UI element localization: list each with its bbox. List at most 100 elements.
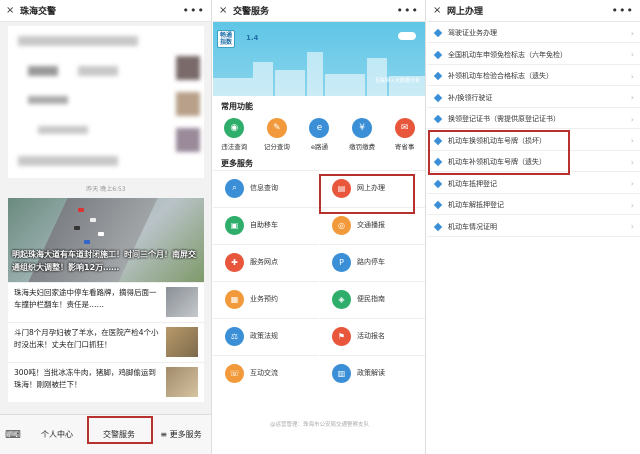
account-title: 珠海交警 <box>20 7 57 17</box>
cloud-icon <box>398 32 416 40</box>
parking-icon: P <box>332 252 351 272</box>
list-item-label: 全国机动车申领免检标志（六年免检） <box>448 50 567 59</box>
top-bar: × 网上办理 ••• <box>427 0 640 22</box>
list-item-label: 机动车情况证明 <box>448 222 497 231</box>
list-item[interactable]: 机动车抵押登记 › <box>427 175 640 194</box>
list-item[interactable]: 机动车解抵押登记 › <box>427 196 640 215</box>
news-item-text[interactable]: 斗门8个月孕妇被了羊水，在医院产检4个小时没出来！丈夫在门口抓狂！ <box>14 327 162 358</box>
service-item-4[interactable]: ✚ 服务网点 <box>213 244 319 279</box>
traffic-index-banner[interactable]: 畅通 指数 1.4 互联网＋大数据分析 <box>213 22 425 96</box>
chevron-right-icon: › <box>630 71 634 81</box>
quick-action-2[interactable]: e e路通 <box>301 116 337 154</box>
flag-icon: ⚑ <box>332 326 351 346</box>
more-icon[interactable]: ••• <box>397 4 419 17</box>
top-bar: × 珠海交警 ••• <box>0 0 211 22</box>
operator-footer: @运营管理：珠海市公安局交通警察支队 <box>269 422 369 428</box>
service-label: 政策法规 <box>250 332 278 340</box>
service-item-10[interactable]: ☏ 互动交流 <box>213 355 319 390</box>
news-thumbnail <box>166 327 198 357</box>
list-item[interactable]: 补领机动车检验合格标志（遗失） › <box>427 67 640 86</box>
menu-personal-center[interactable]: 个人中心 <box>26 429 88 440</box>
list-item[interactable]: 全国机动车申领免检标志（六年免检） › <box>427 46 640 65</box>
list-item-label: 驾驶证业务办理 <box>448 29 497 37</box>
page-title: 网上办理 <box>447 7 484 17</box>
service-item-0[interactable]: ⌕ 信息查询 <box>213 170 319 205</box>
news-item[interactable]: 斗门8个月孕妇被了羊水，在医院产检4个小时没出来！丈夫在门口抓狂！ <box>8 322 204 362</box>
news-hero-caption[interactable]: 明起珠海大道有车道封闭施工！时间三个月！南屏交通组织大调整！影响12万…… <box>12 248 200 274</box>
radio-icon: ◎ <box>332 215 351 235</box>
quick-action-4[interactable]: ✉ 寄省事 <box>387 116 423 154</box>
service-item-5[interactable]: P 路内停车 <box>320 244 425 279</box>
traffic-index-badge: 畅通 指数 <box>217 30 236 48</box>
diamond-bullet-icon <box>433 200 443 210</box>
list-item-label: 机动车抵押登记 <box>448 179 497 188</box>
page-title: 交警服务 <box>233 7 270 17</box>
diamond-bullet-icon <box>433 179 443 188</box>
location-icon: ✚ <box>225 252 244 272</box>
list-item-label: 补/换领行驶证 <box>448 93 493 102</box>
service-label: 交通播报 <box>357 221 385 229</box>
chat-icon: ☏ <box>225 363 244 383</box>
news-card[interactable]: 明起珠海大道有车道封闭施工！时间三个月！南屏交通组织大调整！影响12万…… 珠海… <box>8 198 204 402</box>
traffic-index-value: 1.4 <box>246 34 259 42</box>
news-item-text[interactable]: 珠海夫妇回家途中停车看路牌，摘得后面一车撞护栏翻车！责任是…… <box>14 287 162 318</box>
service-label: 活动报名 <box>357 332 385 340</box>
diamond-bullet-icon <box>433 28 443 38</box>
close-icon[interactable]: × <box>433 5 447 16</box>
service-item-11[interactable]: ▥ 政策解读 <box>320 355 425 390</box>
news-hero-image[interactable]: 明起珠海大道有车道封闭施工！时间三个月！南屏交通组织大调整！影响12万…… <box>8 198 204 282</box>
car-icon: ▣ <box>225 215 244 235</box>
keyboard-icon[interactable]: ⌨ <box>0 428 26 441</box>
quick-action-0[interactable]: ◉ 违法查询 <box>216 116 252 154</box>
service-item-7[interactable]: ◈ 便民指南 <box>320 281 425 316</box>
common-functions-title: 常用功能 <box>221 102 253 111</box>
diamond-bullet-icon <box>433 93 443 102</box>
service-item-9[interactable]: ⚑ 活动报名 <box>320 318 425 353</box>
news-item[interactable]: 300吨！当批冰冻牛肉，猪脚，鸡脚偷运到珠海！刚刚被拦下！ <box>8 362 204 402</box>
chevron-right-icon: › <box>630 157 634 167</box>
search-icon: ⌕ <box>225 178 244 198</box>
list-item-label: 补领机动车检验合格标志（遗失） <box>448 72 553 80</box>
list-item[interactable]: 换领登记证书（需提供原登记证书） › <box>427 110 640 129</box>
more-icon[interactable]: ••• <box>183 4 205 17</box>
quick-action-1[interactable]: ✎ 记分查询 <box>259 116 295 154</box>
gavel-icon: ⚖ <box>225 326 244 346</box>
service-item-8[interactable]: ⚖ 政策法规 <box>213 318 319 353</box>
service-item-6[interactable]: ▦ 业务预约 <box>213 281 319 316</box>
menu-more-services[interactable]: ≡ 更多服务 <box>150 429 211 440</box>
service-label: 服务网点 <box>250 258 278 266</box>
list-item[interactable]: 补/换领行驶证 › <box>427 89 640 108</box>
chevron-right-icon: › <box>630 222 634 231</box>
service-label: 政策解读 <box>357 369 385 377</box>
highlight-box <box>319 174 415 214</box>
chevron-right-icon: › <box>630 136 634 145</box>
pay-icon: ¥ <box>352 118 373 138</box>
book-icon: ▥ <box>332 363 351 383</box>
service-label: 便民指南 <box>357 295 385 303</box>
banner-logo: 互联网＋大数据分析 <box>374 78 420 84</box>
service-item-2[interactable]: ▣ 自助移车 <box>213 207 319 242</box>
quick-action-3[interactable]: ¥ 缴罚缴费 <box>344 116 380 154</box>
close-icon[interactable]: × <box>219 5 233 16</box>
list-item[interactable]: 机动车情况证明 › <box>427 218 640 237</box>
blurred-message-card <box>8 26 204 178</box>
mail-icon: ✉ <box>394 118 415 138</box>
score-icon: ✎ <box>266 118 287 138</box>
police-services-panel: × 交警服务 ••• 畅通 指数 1.4 互联网＋大数据分析 常用功能 ◉ 违法查… <box>213 0 426 454</box>
news-item-text[interactable]: 300吨！当批冰冻牛肉，猪脚，鸡脚偷运到珠海！刚刚被拦下！ <box>14 367 162 398</box>
wechat-account-panel: × 珠海交警 ••• 昨天 晚上6:53 明起珠海大道有车道封闭施工！时间三个月… <box>0 0 212 454</box>
news-item[interactable]: 珠海夫妇回家途中停车看路牌，摘得后面一车撞护栏翻车！责任是…… <box>8 282 204 322</box>
e-icon: e <box>309 118 330 138</box>
quick-actions: ◉ 违法查询 ✎ 记分查询 e e路通 ¥ 缴罚缴费 ✉ 寄省事 <box>213 116 425 154</box>
quick-action-label: 违法查询 <box>221 143 248 151</box>
list-item[interactable]: 驾驶证业务办理 › <box>427 24 640 43</box>
close-icon[interactable]: × <box>6 5 20 16</box>
chevron-right-icon: › <box>630 200 634 210</box>
quick-action-label: 缴罚缴费 <box>349 143 376 151</box>
chevron-right-icon: › <box>630 114 634 124</box>
diamond-bullet-icon <box>433 222 443 231</box>
service-label: 互动交流 <box>250 369 278 377</box>
diamond-bullet-icon <box>433 114 443 124</box>
more-icon[interactable]: ••• <box>612 4 634 17</box>
message-timestamp: 昨天 晚上6:53 <box>86 186 126 193</box>
